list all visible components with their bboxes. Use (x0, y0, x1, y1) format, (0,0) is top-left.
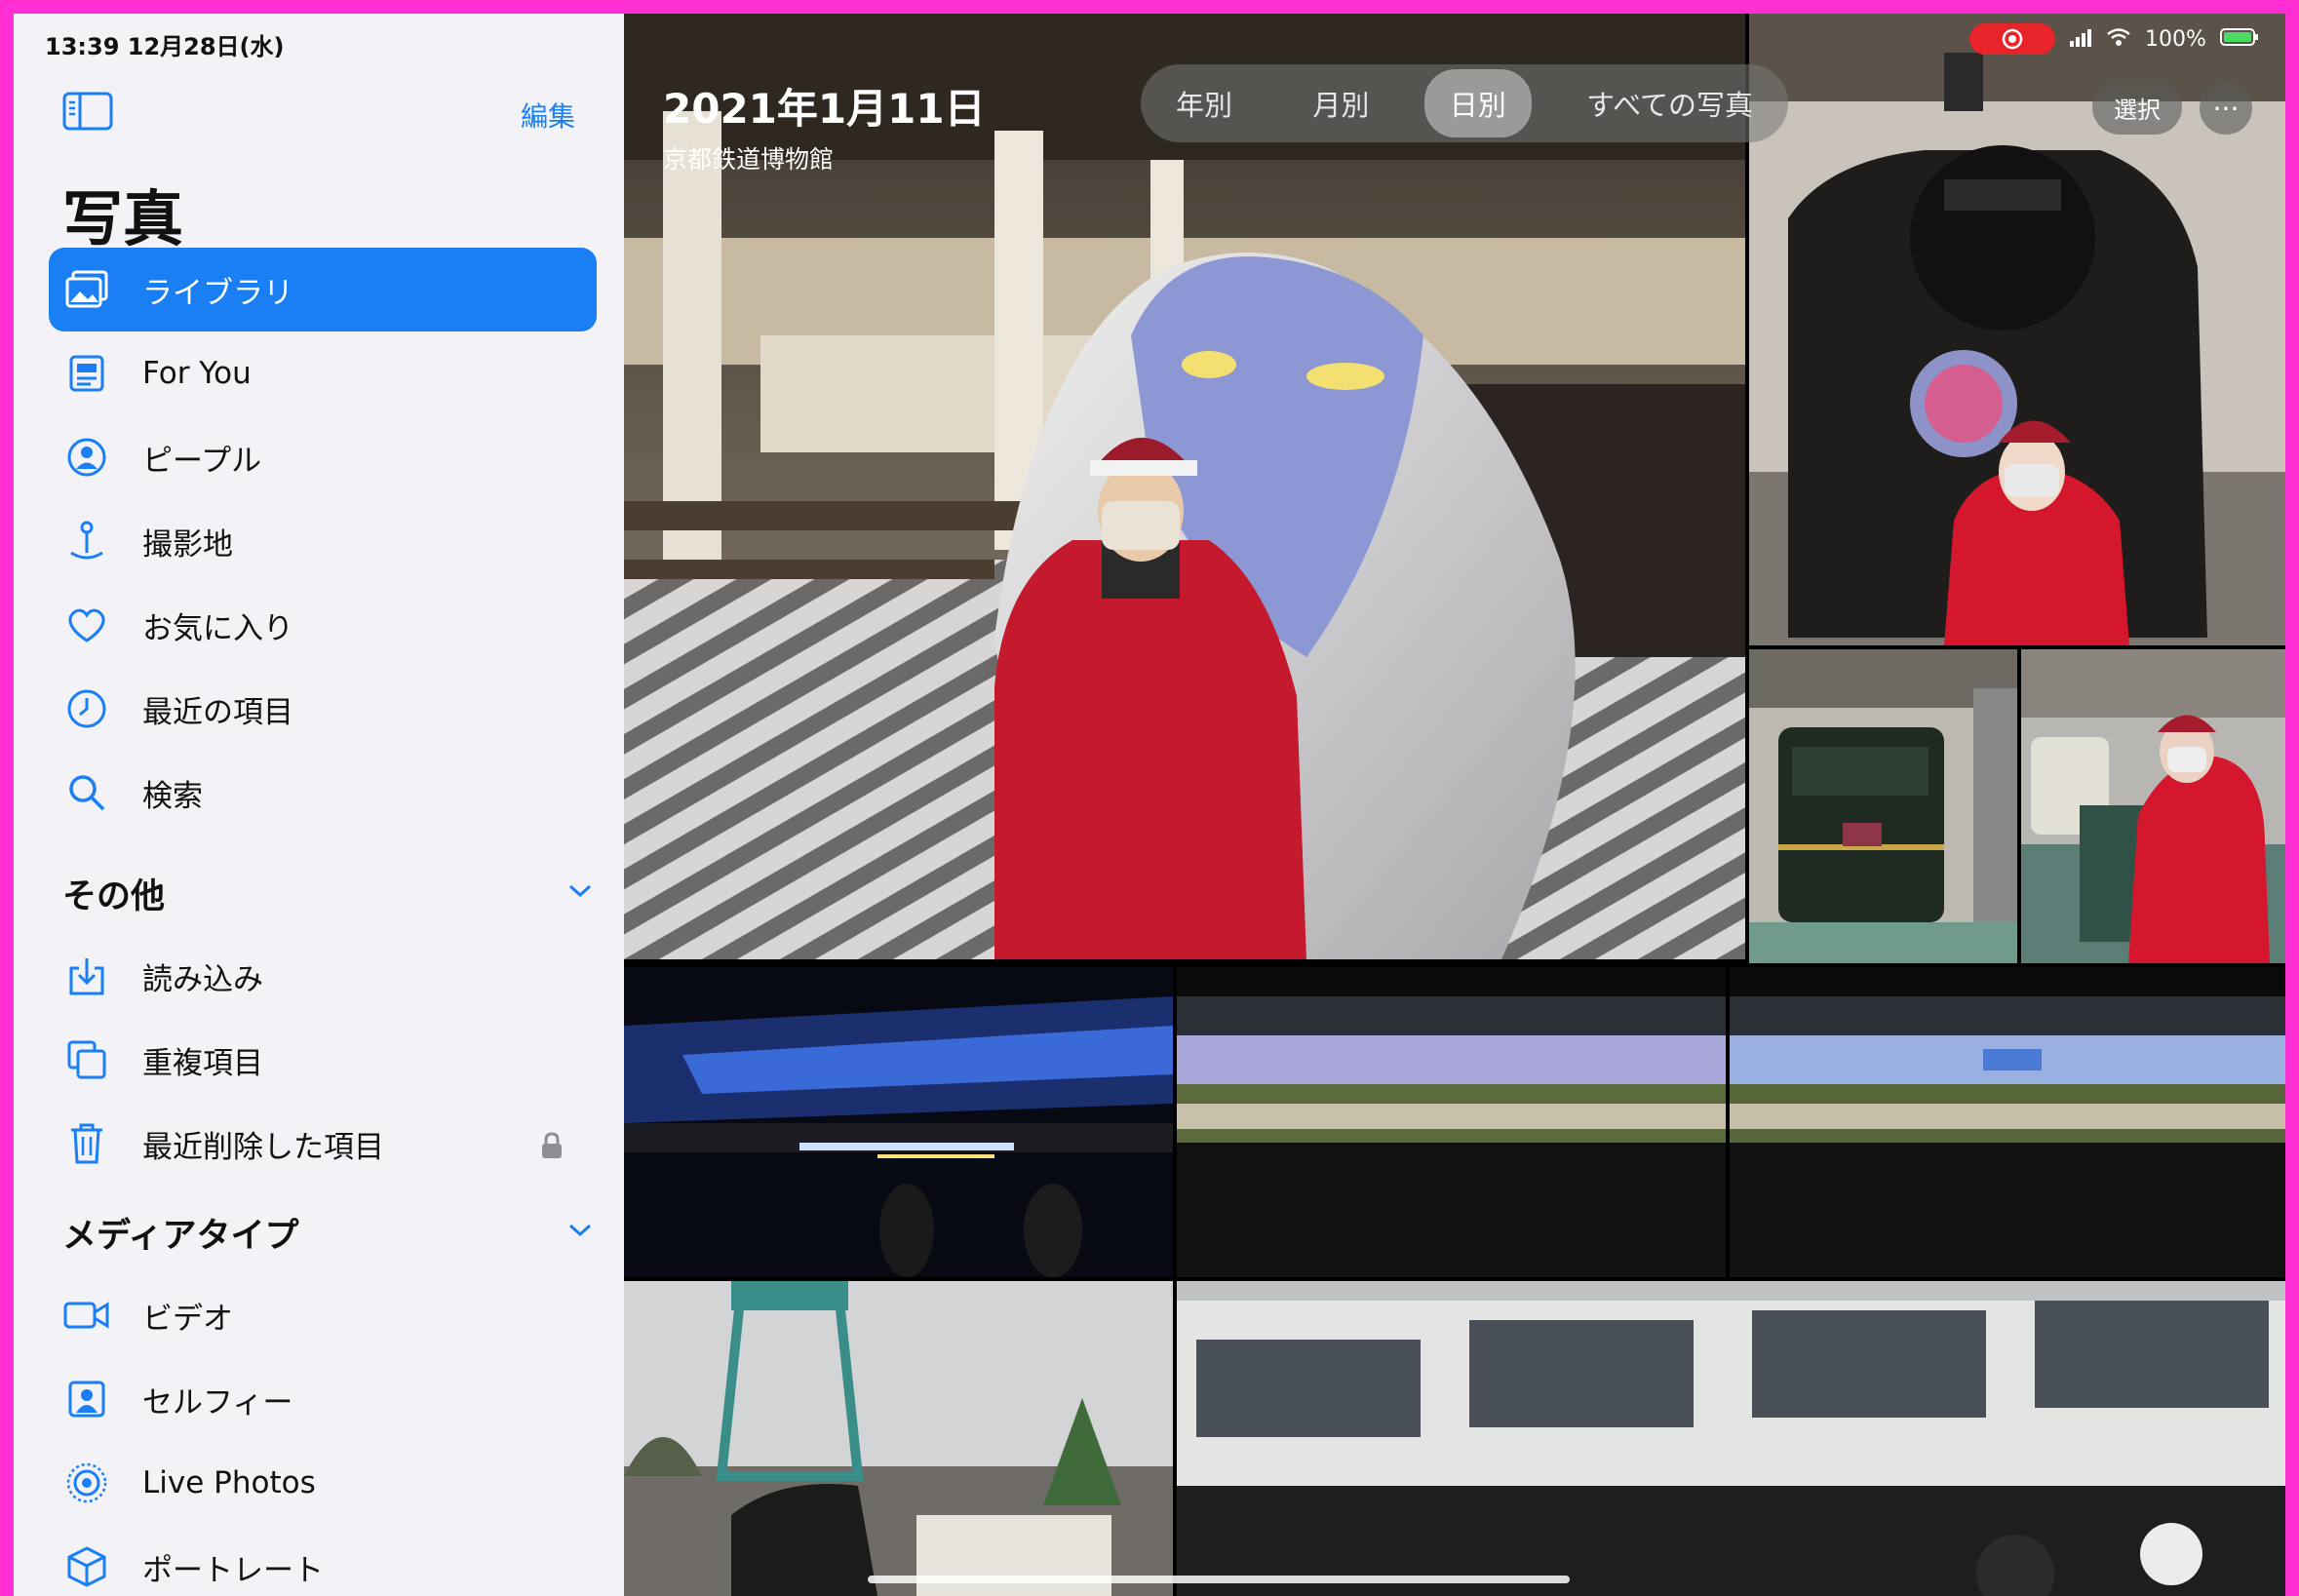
photo-water-tower[interactable] (624, 1281, 1173, 1596)
sidebar-item-label: 読み込み (142, 961, 263, 997)
sidebar-item-label: ポートレート (142, 1552, 324, 1588)
sidebar-item-people[interactable]: ピープル (49, 415, 597, 499)
wifi-icon (2106, 27, 2131, 51)
sidebar-item-label: 最近の項目 (142, 694, 293, 730)
page-title: 写真 (62, 183, 184, 254)
selfie-icon (62, 1375, 111, 1423)
signal-icon (2069, 27, 2092, 51)
heart-icon (62, 601, 111, 649)
for-you-icon (62, 349, 111, 398)
date-title: 2021年1月11日 (663, 85, 986, 133)
sidebar-item-selfies[interactable]: セルフィー (49, 1357, 597, 1441)
people-icon (62, 433, 111, 482)
status-bar-right: 100% (1969, 23, 2259, 55)
sidebar-toggle-icon[interactable] (62, 92, 113, 131)
chevron-down-icon[interactable] (567, 1223, 593, 1242)
sidebar-item-label: 最近削除した項目 (142, 1129, 384, 1165)
video-icon (62, 1291, 111, 1340)
sidebar-item-portrait[interactable]: ポートレート (49, 1525, 597, 1596)
photo-library-grid: 2021年1月11日 京都鉄道博物館 年別 月別 日別 すべての写真 選択 ··… (624, 14, 2285, 1596)
photo-diorama-night-2[interactable] (1177, 967, 1726, 1277)
lock-icon (540, 1132, 564, 1163)
section-title: その他 (62, 876, 166, 916)
portrait-cube-icon (62, 1542, 111, 1591)
battery-percent: 100% (2145, 26, 2206, 52)
section-header-other[interactable]: その他 (62, 864, 593, 922)
photo-green-railcar[interactable] (1749, 649, 2017, 963)
sidebar-item-import[interactable]: 読み込み (49, 934, 597, 1018)
sidebar-item-label: ピープル (142, 443, 262, 479)
photo-diorama-night-1[interactable] (624, 967, 1173, 1277)
sidebar-item-label: For You (142, 356, 252, 391)
trash-icon (62, 1119, 111, 1168)
sidebar-item-library[interactable]: ライブラリ (49, 248, 597, 331)
search-icon (62, 768, 111, 817)
view-segmented-control: 年別 月別 日別 すべての写真 (1141, 64, 1788, 142)
select-button[interactable]: 選択 (2092, 80, 2182, 135)
sidebar-item-label: 検索 (142, 778, 203, 814)
sidebar-item-recently-deleted[interactable]: 最近削除した項目 (49, 1102, 597, 1186)
edit-button[interactable]: 編集 (521, 96, 575, 135)
section-title: メディアタイプ (62, 1216, 299, 1256)
photo-person-with-model[interactable] (2021, 649, 2285, 963)
location-subtitle: 京都鉄道博物館 (663, 145, 835, 174)
sidebar-item-label: 重複項目 (142, 1045, 263, 1081)
home-indicator[interactable] (868, 1576, 1570, 1583)
sidebar-item-duplicates[interactable]: 重複項目 (49, 1018, 597, 1102)
duplicates-icon (62, 1035, 111, 1084)
sidebar-item-label: ビデオ (142, 1301, 233, 1337)
ipad-screen: 13:39 12月28日(水) 編集 写真 ライブラリ For You ピープル… (14, 14, 2285, 1596)
sidebar-item-places[interactable]: 撮影地 (49, 499, 597, 583)
location-pin-icon (62, 517, 111, 565)
sidebar-item-label: 撮影地 (142, 526, 233, 563)
sidebar-item-recents[interactable]: 最近の項目 (49, 667, 597, 751)
chevron-down-icon[interactable] (567, 883, 593, 903)
live-photos-icon (62, 1459, 111, 1507)
clock-icon (62, 684, 111, 733)
sidebar-item-search[interactable]: 検索 (49, 751, 597, 835)
segment-years[interactable]: 年別 (1150, 69, 1258, 137)
sidebar-item-label: ライブラリ (142, 275, 293, 311)
sidebar-item-label: Live Photos (142, 1465, 316, 1500)
section-header-media-types[interactable]: メディアタイプ (62, 1203, 593, 1262)
sidebar: 13:39 12月28日(水) 編集 写真 ライブラリ For You ピープル… (14, 14, 624, 1596)
sidebar-item-favorites[interactable]: お気に入り (49, 583, 597, 667)
sidebar-item-label: お気に入り (142, 610, 293, 646)
sidebar-item-live-photos[interactable]: Live Photos (49, 1441, 597, 1525)
segment-months[interactable]: 月別 (1287, 69, 1394, 137)
library-icon (62, 265, 111, 314)
photo-roundhouse[interactable] (1177, 1281, 2285, 1596)
sidebar-item-for-you[interactable]: For You (49, 331, 597, 415)
photo-diorama-night-3[interactable] (1730, 967, 2285, 1277)
status-time-date: 13:39 12月28日(水) (45, 33, 285, 60)
more-options-button[interactable]: ··· (2200, 82, 2252, 135)
import-icon (62, 952, 111, 1000)
sidebar-item-videos[interactable]: ビデオ (49, 1273, 597, 1357)
battery-charging-icon (2219, 27, 2259, 51)
sidebar-item-label: セルフィー (142, 1384, 293, 1421)
screen-recording-icon[interactable] (1969, 23, 2055, 55)
segment-all-photos[interactable]: すべての写真 (1561, 69, 1778, 137)
segment-days[interactable]: 日別 (1423, 69, 1532, 137)
